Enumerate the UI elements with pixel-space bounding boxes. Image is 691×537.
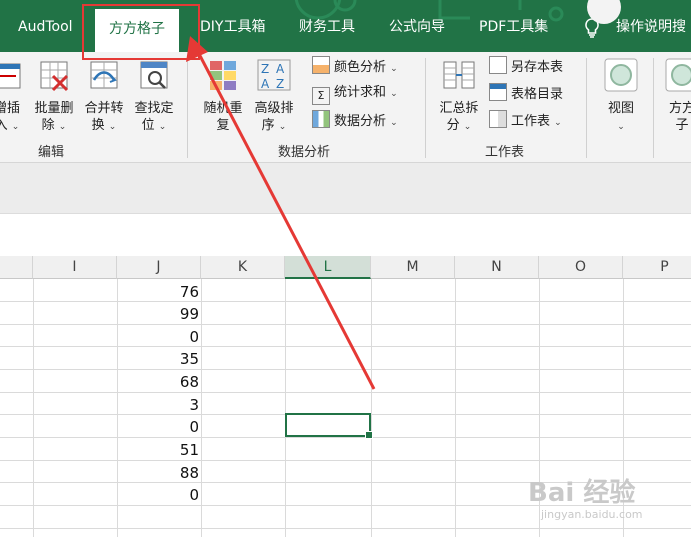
watermark: Bai 经验	[528, 478, 636, 508]
annotation-arrow	[186, 36, 376, 390]
watermark-url: jingyan.baidu.com	[541, 508, 643, 521]
